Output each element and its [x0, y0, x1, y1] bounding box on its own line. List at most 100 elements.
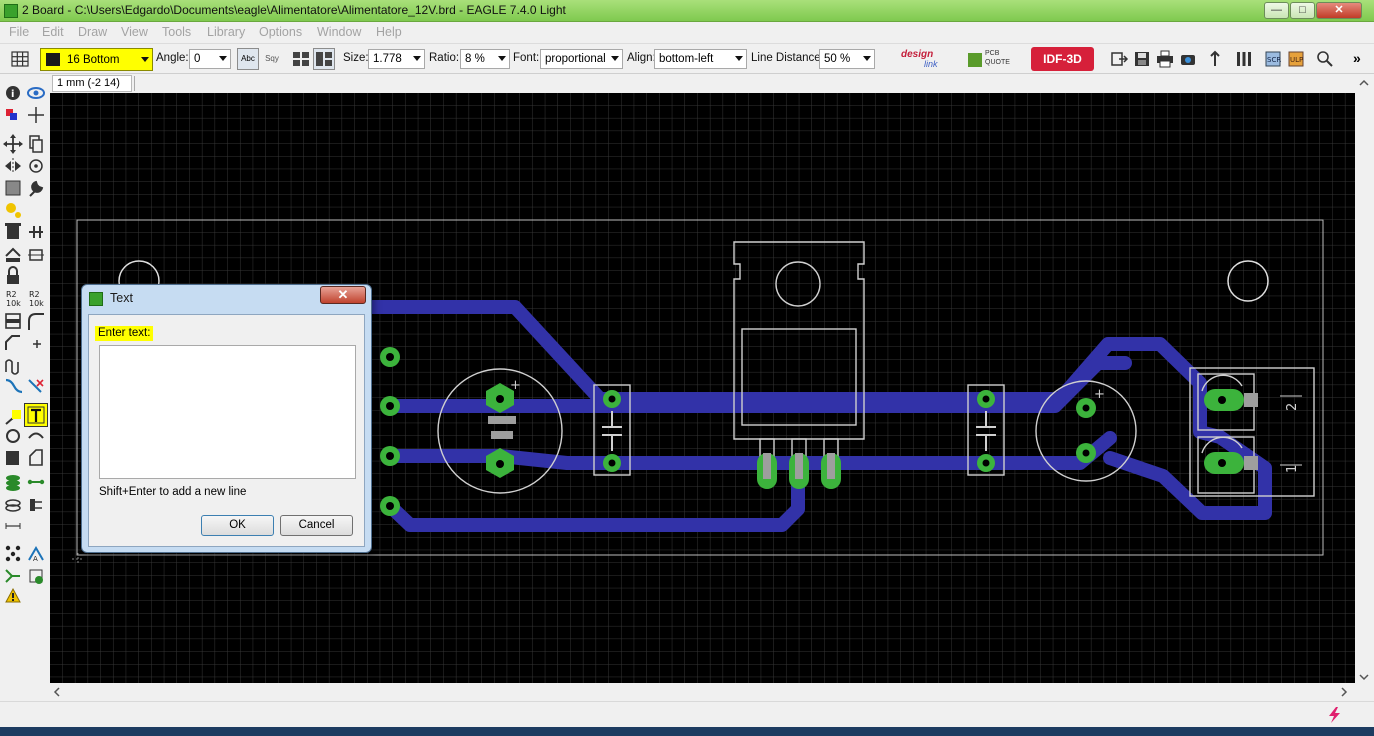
angle-select[interactable]: 0 [189, 49, 231, 69]
vertical-scrollbar[interactable] [1355, 74, 1374, 684]
menu-help[interactable]: Help [376, 25, 402, 39]
chevron-down-icon [863, 56, 871, 61]
text-input[interactable] [99, 345, 356, 479]
switch-to-schematic-icon[interactable] [1204, 48, 1226, 70]
font-select[interactable]: proportional [540, 49, 623, 69]
designlink-button[interactable]: design link [898, 49, 944, 71]
window-close-button[interactable]: ✕ [1316, 2, 1362, 19]
eagle-app-icon [4, 4, 18, 18]
svg-text:10k: 10k [29, 299, 44, 308]
menu-tools[interactable]: Tools [162, 25, 191, 39]
chevron-down-icon [611, 56, 619, 61]
save-icon[interactable] [1131, 48, 1153, 70]
terminal-pin-1: 1 [1285, 465, 1300, 473]
pcb-quote-bottom: QUOTE [985, 59, 1010, 66]
chevron-down-icon [413, 56, 421, 61]
ratio-value: 8 % [465, 53, 485, 65]
menu-file[interactable]: File [9, 25, 29, 39]
window-title: 2 Board - C:\Users\Edgardo\Documents\eag… [22, 3, 566, 17]
cam-icon[interactable] [1177, 48, 1199, 70]
align-label: Align: [627, 52, 656, 64]
pcb-chip-icon [968, 53, 982, 67]
menu-bar: File Edit Draw View Tools Library Option… [0, 22, 1374, 43]
library-icon[interactable] [1233, 48, 1255, 70]
cancel-button[interactable]: Cancel [280, 515, 353, 536]
toolbar-overflow-button[interactable]: » [1353, 50, 1361, 66]
text-tool-button[interactable] [24, 403, 48, 427]
menu-edit[interactable]: Edit [42, 25, 64, 39]
chevron-down-icon [141, 57, 149, 62]
layer-color-swatch [46, 53, 60, 66]
svg-text:ULP: ULP [1290, 56, 1303, 64]
svg-text:i: i [11, 89, 14, 100]
size-label: Size: [343, 52, 369, 64]
menu-window[interactable]: Window [317, 25, 361, 39]
angle-label: Angle: [156, 52, 189, 64]
command-toolbar: i R2 10k R2 10k A [0, 74, 50, 704]
svg-text:R2: R2 [6, 290, 17, 299]
horizontal-scrollbar[interactable] [50, 683, 1355, 701]
coordinate-bar: 1 mm (-2 14) [50, 74, 1374, 93]
text-dialog: Text ✕ Enter text: Shift+Enter to add a … [81, 284, 372, 553]
minimize-button[interactable]: — [1264, 2, 1289, 19]
align-value: bottom-left [659, 53, 714, 65]
pcb-quote-top: PCB [985, 50, 1000, 57]
parameter-toolbar: 16 Bottom Angle: 0 Abc Sqy Size: 1.778 R… [0, 43, 1374, 74]
newline-hint: Shift+Enter to add a new line [99, 486, 247, 498]
dialog-app-icon [89, 292, 103, 306]
text-spin-button[interactable]: Abc [237, 48, 259, 70]
title-bar: 2 Board - C:\Users\Edgardo\Documents\eag… [0, 0, 1374, 22]
view-mode-icon[interactable] [290, 48, 312, 70]
zoom-fit-icon[interactable] [1314, 48, 1336, 70]
enter-text-label: Enter text: [95, 326, 154, 341]
menu-view[interactable]: View [121, 25, 148, 39]
print-icon[interactable] [1154, 48, 1176, 70]
layer-select[interactable]: 16 Bottom [40, 48, 153, 71]
cap1-polarity: + [510, 378, 521, 393]
ratio-select[interactable]: 8 % [460, 49, 510, 69]
taskbar [0, 727, 1374, 736]
maximize-button[interactable]: □ [1290, 2, 1315, 19]
line-distance-select[interactable]: 50 % [819, 49, 875, 69]
ulp-icon[interactable]: ULP [1285, 48, 1307, 70]
svg-text:A: A [33, 555, 38, 563]
scr-script-icon[interactable]: SCR [1262, 48, 1284, 70]
dialog-body: Enter text: Shift+Enter to add a new lin… [88, 314, 365, 547]
dialog-close-button[interactable]: ✕ [320, 286, 366, 304]
stop-command-icon[interactable] [1324, 705, 1344, 725]
text-mirror-button[interactable]: Sqy [261, 48, 283, 70]
font-label: Font: [513, 52, 540, 64]
svg-text:10k: 10k [6, 299, 21, 308]
grid-icon[interactable] [8, 48, 32, 70]
pcb-quote-button[interactable]: PCB QUOTE [966, 49, 1012, 71]
idf-3d-button[interactable]: IDF-3D [1031, 47, 1094, 71]
svg-text:R2: R2 [29, 290, 40, 299]
align-select[interactable]: bottom-left [654, 49, 747, 69]
ratio-label: Ratio: [429, 52, 460, 64]
view-mode-active-icon[interactable] [313, 48, 335, 70]
terminal-pin-2: 2 [1285, 403, 1300, 411]
status-bar [0, 701, 1374, 727]
layer-select-value: 16 Bottom [67, 54, 120, 66]
coordinate-readout: 1 mm (-2 14) [52, 75, 132, 92]
chevron-down-icon [735, 56, 743, 61]
svg-text:SCR: SCR [1267, 56, 1281, 64]
font-value: proportional [545, 53, 606, 65]
size-select[interactable]: 1.778 [368, 49, 425, 69]
menu-options[interactable]: Options [259, 25, 302, 39]
designlink-logo-bottom: link [924, 59, 938, 69]
ok-button[interactable]: OK [201, 515, 274, 536]
menu-draw[interactable]: Draw [78, 25, 107, 39]
chevron-down-icon [498, 56, 506, 61]
chevron-down-icon [219, 56, 227, 61]
coordinate-separator [134, 76, 135, 91]
cap4-polarity: + [1094, 387, 1105, 402]
script-run-icon[interactable] [1108, 48, 1130, 70]
angle-value: 0 [194, 53, 201, 65]
line-distance-label: Line Distance: [751, 52, 824, 64]
line-distance-value: 50 % [824, 53, 851, 65]
wire-tool-icon[interactable] [4, 408, 22, 426]
menu-library[interactable]: Library [207, 25, 245, 39]
dialog-title: Text [110, 291, 133, 305]
size-value: 1.778 [373, 53, 402, 65]
